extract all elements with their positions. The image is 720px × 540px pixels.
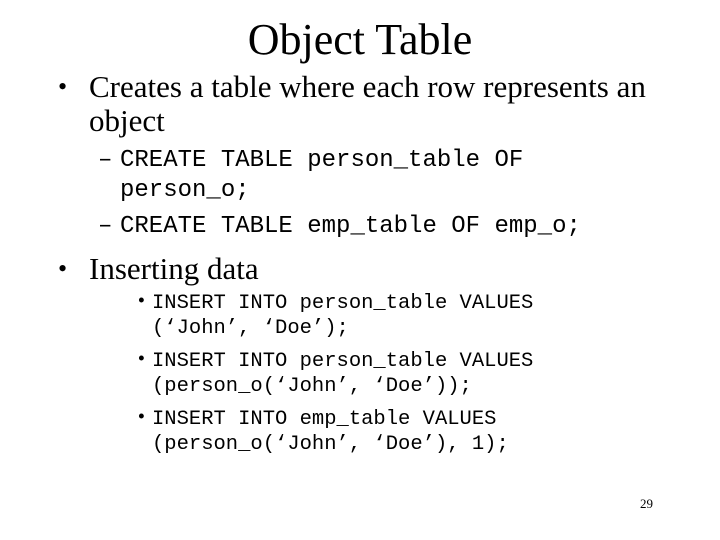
- dot-marker: •: [136, 292, 147, 312]
- subitem-create-emp-table: – CREATE TABLE emp_table OF emp_o;: [98, 212, 698, 242]
- slide-title: Object Table: [247, 15, 473, 64]
- code-text: INSERT INTO emp_table VALUES (person_o(‘…: [152, 408, 509, 456]
- subitem-insert-constructor: • INSERT INTO person_table VALUES (perso…: [136, 349, 616, 399]
- subitem-insert-values: • INSERT INTO person_table VALUES (‘John…: [136, 291, 616, 341]
- subitem-insert-emp: • INSERT INTO emp_table VALUES (person_o…: [136, 407, 566, 457]
- subitem-create-person-table: – CREATE TABLE person_table OF person_o;: [98, 146, 638, 206]
- code-text: INSERT INTO person_table VALUES (‘John’,…: [152, 292, 534, 340]
- page-number: 29: [640, 496, 653, 511]
- dot-marker: •: [136, 408, 147, 428]
- bullet-marker: •: [58, 254, 68, 283]
- code-text: CREATE TABLE person_table OF person_o;: [120, 147, 524, 204]
- code-text: INSERT INTO person_table VALUES (person_…: [152, 350, 534, 398]
- bullet-text: Inserting data: [89, 251, 259, 286]
- dot-marker: •: [136, 350, 147, 370]
- bullet-text: Creates a table where each row represent…: [89, 69, 646, 138]
- bullet-marker: •: [58, 72, 68, 101]
- code-text: CREATE TABLE emp_table OF emp_o;: [120, 213, 581, 240]
- bullet-creates-table: • Creates a table where each row represe…: [58, 70, 658, 138]
- bullet-inserting-data: • Inserting data: [58, 252, 658, 286]
- dash-marker: –: [98, 213, 113, 240]
- dash-marker: –: [98, 147, 113, 174]
